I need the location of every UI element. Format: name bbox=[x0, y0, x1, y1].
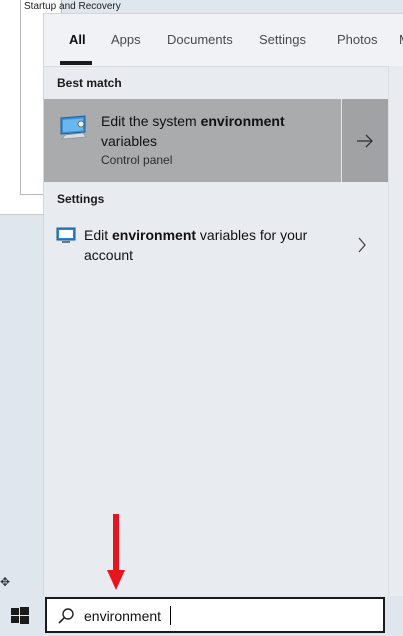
arrow-right-icon bbox=[357, 134, 373, 147]
best-match-title: Edit the system environment variables bbox=[101, 111, 321, 151]
best-match-title-keyword: environment bbox=[200, 113, 285, 129]
annotation-arrow-icon bbox=[107, 514, 125, 590]
settings-result-item[interactable]: Edit environment variables for your acco… bbox=[44, 217, 387, 273]
monitor-icon bbox=[56, 227, 76, 250]
move-cursor-icon: ✥ bbox=[0, 575, 11, 589]
tab-documents[interactable]: Documents bbox=[167, 32, 233, 47]
best-match-subtitle: Control panel bbox=[101, 153, 173, 167]
settings-title-keyword: environment bbox=[112, 227, 197, 243]
tab-apps[interactable]: Apps bbox=[111, 32, 141, 47]
text-caret bbox=[170, 606, 171, 625]
active-tab-indicator bbox=[60, 61, 92, 65]
windows-start-icon[interactable] bbox=[8, 604, 32, 628]
best-match-title-part: variables bbox=[101, 133, 158, 149]
results-scrollbar[interactable] bbox=[388, 66, 403, 596]
monitor-settings-icon bbox=[58, 115, 88, 146]
chevron-right-icon bbox=[357, 237, 367, 258]
tab-all[interactable]: All bbox=[69, 32, 86, 47]
search-tabs: All Apps Documents Settings Photos M bbox=[44, 14, 403, 67]
search-icon bbox=[57, 607, 75, 630]
tab-settings[interactable]: Settings bbox=[259, 32, 306, 47]
tab-photos[interactable]: Photos bbox=[337, 32, 377, 47]
search-flyout: All Apps Documents Settings Photos M Bes… bbox=[43, 13, 403, 596]
settings-heading: Settings bbox=[57, 192, 105, 206]
background-window-text: Startup and Recovery bbox=[24, 1, 121, 12]
taskbar bbox=[0, 596, 403, 636]
settings-title-part: Edit bbox=[84, 227, 113, 243]
best-match-heading: Best match bbox=[57, 76, 122, 90]
tab-more[interactable]: M bbox=[399, 32, 403, 47]
open-arrow-button[interactable] bbox=[341, 99, 388, 182]
search-input[interactable] bbox=[84, 605, 364, 627]
settings-result-title: Edit environment variables for your acco… bbox=[84, 225, 339, 265]
best-match-result[interactable]: Edit the system environment variables Co… bbox=[44, 99, 341, 182]
taskbar-search-box[interactable] bbox=[45, 597, 385, 633]
best-match-title-part: Edit the system bbox=[101, 113, 201, 129]
